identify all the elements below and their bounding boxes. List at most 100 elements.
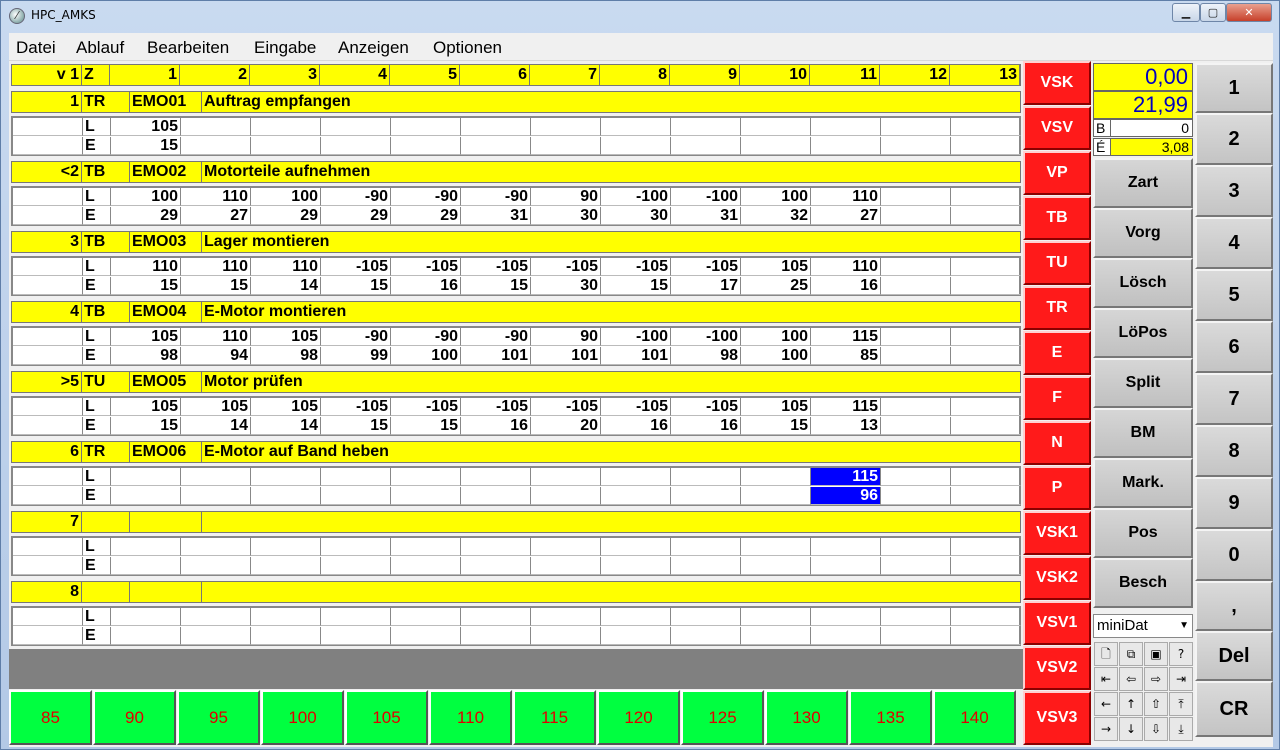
value-cell[interactable] — [111, 538, 181, 556]
value-cell[interactable] — [881, 487, 951, 505]
value-cell[interactable]: 25 — [741, 277, 811, 295]
value-cell[interactable]: 90 — [531, 328, 601, 346]
value-cell[interactable]: 105 — [181, 398, 251, 416]
value-cell[interactable]: 14 — [181, 417, 251, 435]
numpad-button[interactable]: 0 — [1195, 529, 1273, 581]
step-number[interactable]: 7 — [12, 512, 82, 532]
function-button-vsv2[interactable]: VSV2 — [1023, 646, 1091, 690]
menu-ablauf[interactable]: Ablauf — [76, 38, 124, 58]
step-description[interactable] — [202, 582, 1018, 602]
value-cell[interactable]: 16 — [671, 417, 741, 435]
step-id[interactable] — [130, 512, 202, 532]
value-cell[interactable] — [601, 608, 671, 626]
value-cell[interactable]: 15 — [461, 277, 531, 295]
value-cell[interactable] — [951, 417, 1021, 435]
step-id[interactable]: EMO05 — [130, 372, 202, 392]
value-cell[interactable] — [181, 468, 251, 486]
step-number[interactable]: >5 — [12, 372, 82, 392]
value-cell[interactable]: 110 — [181, 188, 251, 206]
value-cell[interactable] — [601, 557, 671, 575]
value-cell[interactable]: 27 — [181, 207, 251, 225]
value-cell[interactable]: 14 — [251, 417, 321, 435]
value-cell[interactable] — [321, 118, 391, 136]
value-cell[interactable] — [111, 468, 181, 486]
function-button-vsk[interactable]: VSK — [1023, 61, 1091, 105]
step-header-row[interactable]: 1 TR EMO01 Auftrag empfangen — [11, 91, 1021, 113]
column-header-8[interactable]: 8 — [600, 65, 670, 85]
function-button-vsk2[interactable]: VSK2 — [1023, 556, 1091, 600]
value-cell[interactable] — [391, 627, 461, 645]
value-cell[interactable] — [461, 137, 531, 155]
value-cell[interactable] — [671, 608, 741, 626]
function-button-tu[interactable]: TU — [1023, 241, 1091, 285]
step-description[interactable]: E-Motor auf Band heben — [202, 442, 1018, 462]
value-cell[interactable]: -90 — [391, 188, 461, 206]
value-cell[interactable] — [461, 627, 531, 645]
value-cell[interactable] — [461, 468, 531, 486]
value-cell[interactable]: 16 — [601, 417, 671, 435]
value-cell[interactable] — [881, 627, 951, 645]
value-cell[interactable]: -100 — [601, 188, 671, 206]
step-description[interactable]: E-Motor montieren — [202, 302, 1018, 322]
value-cell[interactable]: 15 — [321, 277, 391, 295]
value-cell[interactable] — [811, 538, 881, 556]
step-header-row[interactable]: 6 TR EMO06 E-Motor auf Band heben — [11, 441, 1021, 463]
value-cell[interactable]: -105 — [671, 258, 741, 276]
value-cell[interactable] — [181, 627, 251, 645]
value-cell[interactable] — [601, 627, 671, 645]
value-cell[interactable] — [881, 137, 951, 155]
value-cell[interactable]: 105 — [111, 118, 181, 136]
command-button[interactable]: LöPos — [1093, 308, 1193, 358]
numpad-button[interactable]: Del — [1195, 631, 1273, 681]
column-header-13[interactable]: 13 — [950, 65, 1020, 85]
value-cell[interactable]: 32 — [741, 207, 811, 225]
value-cell[interactable] — [251, 557, 321, 575]
column-header-9[interactable]: 9 — [670, 65, 740, 85]
value-cell[interactable] — [461, 538, 531, 556]
command-button[interactable]: Lösch — [1093, 258, 1193, 308]
step-description[interactable]: Motor prüfen — [202, 372, 1018, 392]
value-cell[interactable] — [951, 608, 1021, 626]
step-description[interactable]: Auftrag empfangen — [202, 92, 1018, 112]
minimize-button[interactable]: ▁ — [1172, 3, 1200, 22]
quick-value-button[interactable]: 110 — [429, 690, 512, 745]
value-cell[interactable] — [881, 417, 951, 435]
value-cell[interactable] — [881, 538, 951, 556]
value-cell[interactable]: 16 — [391, 277, 461, 295]
value-cell[interactable]: 15 — [111, 277, 181, 295]
value-cell[interactable] — [321, 468, 391, 486]
value-cell[interactable] — [461, 557, 531, 575]
last-icon[interactable]: ⇥ — [1169, 667, 1193, 691]
value-cell[interactable] — [251, 118, 321, 136]
value-cell[interactable] — [531, 487, 601, 505]
value-cell[interactable] — [951, 258, 1021, 276]
function-button-n[interactable]: N — [1023, 421, 1091, 465]
value-cell[interactable]: 105 — [741, 258, 811, 276]
value-cell[interactable] — [531, 468, 601, 486]
value-cell[interactable] — [951, 347, 1021, 365]
value-cell[interactable]: 100 — [111, 188, 181, 206]
value-cell[interactable]: 110 — [251, 258, 321, 276]
numpad-button[interactable]: 6 — [1195, 321, 1273, 373]
step-code[interactable]: TR — [82, 442, 130, 462]
numpad-button[interactable]: 9 — [1195, 477, 1273, 529]
step-number[interactable]: 8 — [12, 582, 82, 602]
value-cell[interactable] — [671, 538, 741, 556]
file-select[interactable]: miniDat ▼ — [1093, 614, 1193, 638]
value-cell[interactable] — [881, 188, 951, 206]
function-button-p[interactable]: P — [1023, 466, 1091, 510]
value-cell[interactable]: -105 — [461, 258, 531, 276]
numpad-button[interactable]: 8 — [1195, 425, 1273, 477]
step-number[interactable]: 4 — [12, 302, 82, 322]
value-cell[interactable]: 110 — [811, 188, 881, 206]
value-cell[interactable] — [111, 487, 181, 505]
value-cell[interactable] — [321, 137, 391, 155]
value-cell[interactable]: 31 — [461, 207, 531, 225]
value-cell[interactable]: 15 — [181, 277, 251, 295]
quick-value-button[interactable]: 100 — [261, 690, 344, 745]
quick-value-button[interactable]: 120 — [597, 690, 680, 745]
value-cell[interactable] — [111, 557, 181, 575]
column-header-10[interactable]: 10 — [740, 65, 810, 85]
value-cell[interactable]: 14 — [251, 277, 321, 295]
function-button-vsv3[interactable]: VSV3 — [1023, 691, 1091, 745]
